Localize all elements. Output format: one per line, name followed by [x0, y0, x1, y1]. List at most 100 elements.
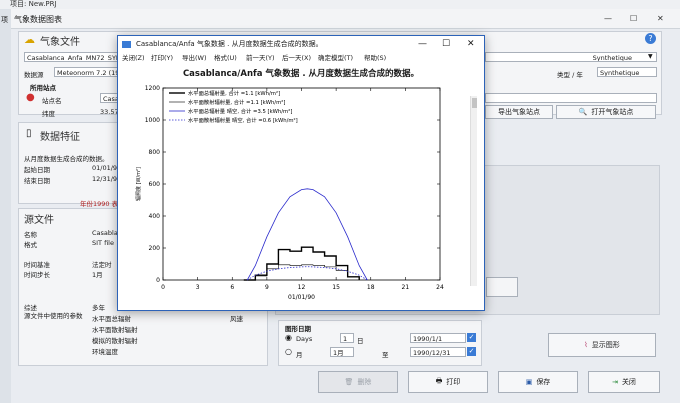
site-right-field — [485, 93, 657, 103]
menu-format[interactable]: 格式(U) — [214, 53, 237, 64]
scroll-thumb[interactable] — [472, 98, 477, 108]
export-site-label: 导出气象站点 — [498, 108, 540, 116]
features-header: 数据特征 — [40, 132, 80, 143]
left-edge-tab[interactable]: 项 — [0, 9, 11, 403]
days-label: Days — [296, 335, 313, 343]
map-pin-icon: ● — [26, 92, 35, 103]
y-tick-label: 0 — [156, 277, 160, 284]
x-tick-label: 21 — [402, 284, 410, 291]
menu-next-day[interactable]: 后一天(X) — [282, 53, 311, 64]
y-tick-label: 400 — [149, 213, 161, 220]
close-icon[interactable]: ✕ — [657, 14, 664, 23]
maximize-icon[interactable]: ☐ — [630, 14, 637, 23]
right-small-button[interactable] — [486, 277, 518, 297]
y-tick-label: 1200 — [145, 85, 160, 92]
time-step-value: 1月 — [92, 271, 103, 279]
checkbox-to[interactable]: ✓ — [467, 347, 476, 356]
search-icon: 🔍 — [578, 108, 588, 116]
left-tab-label: 项 — [1, 16, 8, 24]
menu-help[interactable]: 帮助(S) — [364, 53, 386, 64]
x-tick-label: 15 — [332, 284, 340, 291]
param-item: 水平面散射辐射 — [92, 326, 138, 334]
data-source-field: Meteonorm 7.2 (1986 — [54, 67, 118, 77]
y-tick-label: 800 — [149, 149, 161, 156]
time-ref-label: 时间基准 — [24, 261, 50, 269]
menu-close[interactable]: 关闭(Z) — [122, 53, 145, 64]
type-year-label: 类型 / 年 — [557, 71, 583, 79]
meteo-file-input[interactable]: Casablanca_Anfa_MN72_SYN.MET — [24, 52, 120, 62]
help-icon[interactable]: ? — [645, 33, 656, 44]
save-button[interactable]: ▣ 保存 — [498, 371, 578, 393]
save-label: 保存 — [536, 378, 551, 386]
x-tick-label: 12 — [298, 284, 306, 291]
start-date-label: 起始日期 — [24, 166, 50, 174]
x-tick-label: 9 — [265, 284, 269, 291]
latitude-value: 33.57 — [100, 108, 119, 116]
y-tick-label: 1000 — [145, 117, 160, 124]
synthetic-dropdown[interactable]: Synthetique — [485, 52, 657, 62]
legend-entry: 水平面总辐射量, 合计 =1.1 [kWh/m²] — [188, 89, 280, 97]
show-graph-button[interactable]: ⌇ 显示图形 — [548, 333, 656, 357]
time-step-label: 时间步长 — [24, 271, 50, 279]
dialog-maximize-icon[interactable]: ☐ — [442, 36, 450, 53]
menu-prev-day[interactable]: 前一天(Y) — [246, 53, 275, 64]
dialog-scrollbar[interactable] — [470, 96, 477, 286]
chart-series — [243, 188, 368, 281]
meteo-header: 气象文件 — [40, 37, 80, 48]
source-format-value: SIT file — [92, 239, 114, 247]
irradiance-chart: 0 200 400 600 800 1000 1200 0 3 6 9 12 15 18 21 24 01/01… — [135, 85, 444, 301]
comment-label: 综述 — [24, 304, 37, 312]
site-name-field: Casablanca — [100, 93, 118, 103]
exit-icon: ⇥ — [612, 378, 618, 386]
site-name-label: 站点名 — [42, 97, 62, 105]
data-source-label: 数据源 — [24, 71, 44, 79]
save-icon: ▣ — [525, 378, 533, 386]
minimize-icon[interactable]: — — [604, 14, 612, 23]
month-label: 月 — [296, 351, 303, 359]
days-input[interactable]: 1 — [340, 333, 354, 343]
dialog-minimize-icon[interactable]: — — [418, 36, 427, 53]
time-ref-value: 法定时 — [92, 261, 112, 269]
dialog-close-icon[interactable]: ✕ — [467, 36, 475, 53]
menu-model[interactable]: 确定模型(T) — [318, 53, 353, 64]
printer-icon: 🖶 — [435, 376, 443, 385]
x-tick-label: 0 — [161, 284, 165, 291]
chart-heading: Casablanca/Anfa 气象数据 . 从月度数据生成合成的数据。 — [182, 69, 420, 79]
x-axis-label: 01/01/90 — [288, 294, 315, 301]
chevron-down-icon: ▼ — [648, 53, 653, 60]
delete-button[interactable]: 🗑 删除 — [318, 371, 398, 393]
menu-print[interactable]: 打印(Y) — [151, 53, 173, 64]
window-title-bar: 气象数据图表 — ☐ ✕ — [0, 9, 680, 29]
close-button[interactable]: ⇥ 关闭 — [588, 371, 660, 393]
latitude-label: 纬度 — [42, 110, 55, 118]
source-header: 源文件 — [24, 215, 54, 226]
end-date-label: 结束日期 — [24, 177, 50, 185]
menu-export[interactable]: 导出(W) — [182, 53, 207, 64]
checkbox-from[interactable]: ✓ — [467, 333, 476, 342]
type-year-field: Synthetique — [597, 67, 657, 77]
y-tick-label: 600 — [149, 181, 161, 188]
open-site-label: 打开气象站点 — [591, 108, 634, 116]
dialog-title: Casablanca/Anfa 气象数据 . 从月度数据生成合成的数据。 — [136, 40, 323, 48]
params-label: 源文件中使用的参数 — [24, 312, 83, 320]
close-label: 关闭 — [621, 378, 636, 386]
at-label: 日 — [357, 337, 364, 345]
from-date-input[interactable]: 1990/1/1 — [410, 333, 466, 343]
month-input[interactable]: 1月 — [330, 347, 354, 357]
days-radio[interactable]: ◉ — [285, 333, 292, 342]
generated-text: 从月度数据生成合成的数据。 — [24, 155, 109, 163]
print-button[interactable]: 🖶 打印 — [408, 371, 488, 393]
series-line-2 — [246, 188, 368, 281]
app-title-bar: 项目: New.PRJ — [0, 0, 680, 9]
chart-dialog: Casablanca/Anfa 气象数据 . 从月度数据生成合成的数据。 — ☐… — [117, 35, 485, 311]
export-site-button[interactable]: 导出气象站点 — [485, 105, 553, 119]
to-date-input[interactable]: 1990/12/31 — [410, 347, 466, 357]
app-title: 项目: New.PRJ — [10, 0, 57, 8]
param-item: 环境温度 — [92, 348, 118, 356]
legend-entry: 水平面散射辐射量, 合计 =1.1 [kWh/m²] — [188, 98, 285, 106]
open-site-button[interactable]: 🔍 打开气象站点 — [556, 105, 656, 119]
x-tick-label: 18 — [367, 284, 375, 291]
delete-label: 删除 — [357, 378, 372, 386]
month-radio[interactable]: ○ — [285, 347, 292, 356]
wind-speed-label: 风速 — [230, 315, 243, 323]
